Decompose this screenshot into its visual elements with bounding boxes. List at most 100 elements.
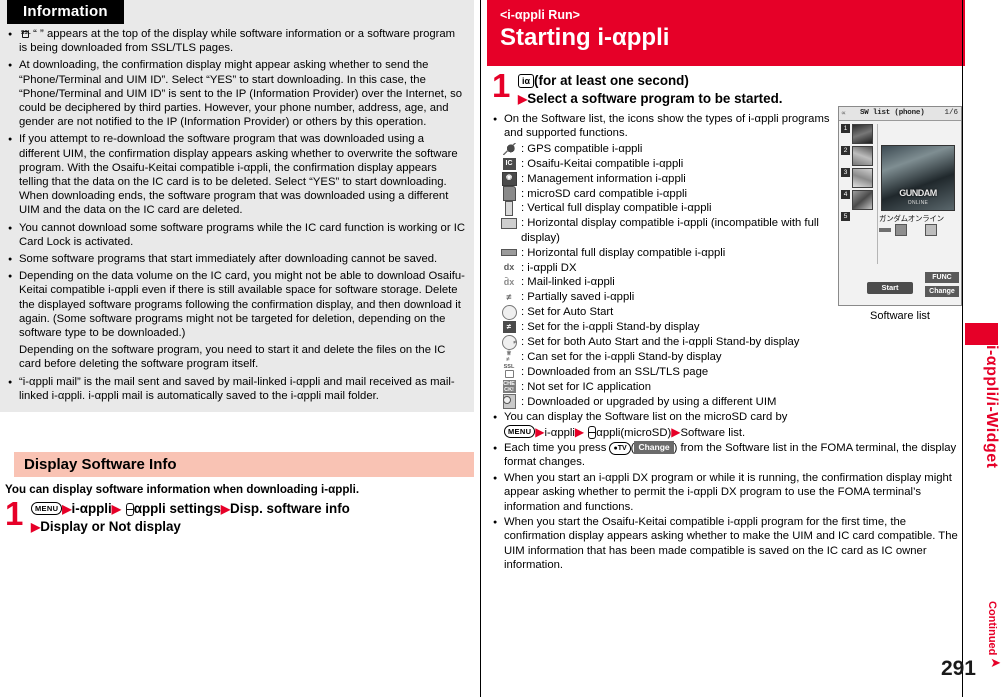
list-item-index: 1: [841, 124, 850, 133]
legend-row: SSL : Downloaded from an SSL/TLS page: [493, 364, 965, 379]
list-item[interactable]: 3: [841, 168, 875, 188]
can-set-standby-icon: ♕ ≠: [506, 351, 512, 363]
left-step-1-body: MENU ▶i-αppli▶ αppli settings▶Disp. softw…: [5, 500, 475, 536]
information-bullet: Some software programs that start immedi…: [8, 252, 466, 267]
section-heading-band: Display Software Info: [14, 452, 474, 477]
legend-label: : Horizontal display compatible i-αppli …: [521, 217, 819, 244]
column-divider: [480, 0, 481, 697]
legend-label: : Downloaded from an SSL/TLS page: [521, 365, 709, 378]
auto-start-and-standby-icon: ≠: [499, 334, 519, 350]
right-step-1: 1 iα (for at least one second) ▶Select a …: [492, 67, 962, 108]
different-uim-icon: [499, 394, 519, 410]
legend-label: : Can set for the i-αppli Stand-by displ…: [521, 351, 722, 363]
list-item[interactable]: 1: [841, 124, 875, 144]
gps-icon: [499, 142, 519, 156]
menu-key-icon[interactable]: MENU: [31, 502, 63, 515]
right-column: <i-αppli Run> Starting i-αppli 1 iα (for …: [487, 0, 965, 697]
legend-row: ≠ : Set for both Auto Start and the i-αp…: [493, 334, 965, 350]
arrow-icon: ▶: [111, 502, 121, 516]
menu-key-icon[interactable]: MENU: [504, 424, 536, 438]
list-item[interactable]: 5: [841, 212, 875, 232]
information-bullet-continuation: Depending on the software program, you n…: [19, 344, 446, 371]
osaifu-keitai-icon: IC: [499, 157, 519, 171]
left-step-1-number: 1: [5, 495, 24, 532]
list-item[interactable]: 2: [841, 146, 875, 166]
right-note-microsd-target-3[interactable]: Software list.: [680, 427, 745, 439]
arrow-icon: ▶: [518, 92, 528, 106]
horizontal-full-display-icon: [499, 246, 519, 260]
right-step-1-number: 1: [492, 67, 511, 104]
camera-key-icon[interactable]: ●TV: [609, 441, 631, 455]
right-step-1-line-1: (for at least one second): [534, 73, 689, 88]
legend-label: : Not set for IC application: [521, 380, 651, 393]
left-step-1-target-3[interactable]: Disp. software info: [230, 501, 350, 516]
change-softkey[interactable]: Change: [925, 286, 959, 297]
start-softkey[interactable]: Start: [867, 282, 913, 294]
phone-status-bar: ∝ SW list (phone) 1/6: [839, 107, 961, 121]
left-column: Information SSL “ ” appears at the top o…: [0, 0, 474, 697]
selected-app-badges: [879, 224, 937, 236]
right-note-osaifu: When you start the Osaifu-Keitai compati…: [493, 515, 965, 573]
information-bullet: You cannot download some software progra…: [8, 221, 466, 249]
information-bullet: If you attempt to re-download the softwa…: [8, 132, 466, 217]
legend-row: ≠ : Set for the i-αppli Stand-by display: [493, 320, 965, 334]
microsd-card-icon: [895, 224, 907, 236]
management-info-icon: ◉: [499, 171, 519, 186]
selected-app-name: ガンダムオンライン: [879, 214, 944, 223]
arrow-icon: ▶: [31, 520, 41, 534]
continued-arrow-icon: ➤: [990, 655, 1001, 670]
left-step-1: 1 MENU ▶i-αppli▶ αppli settings▶Disp. sof…: [5, 495, 475, 536]
arrow-icon: ▶: [574, 424, 585, 439]
information-bullet: At downloading, the confirmation display…: [8, 58, 466, 129]
phone-status-left-icon: ∝: [841, 110, 847, 117]
continued-label: Continued: [986, 600, 998, 655]
legend-row: CHE CK! : Not set for IC application: [493, 380, 965, 394]
list-item-index: 2: [841, 146, 850, 155]
red-header-band: <i-αppli Run> Starting i-αppli: [487, 0, 965, 66]
change-softkey[interactable]: Change: [634, 440, 674, 454]
information-title: Information: [7, 0, 124, 24]
artwork-title: GUNDAM: [899, 188, 937, 198]
section-heading-text: Display Software Info: [24, 456, 177, 473]
screenshot-caption: Software list: [870, 310, 930, 322]
iappli-dx-icon: [925, 224, 937, 236]
arrow-icon: ▶: [535, 424, 545, 439]
right-note-microsd-target-1[interactable]: i-αppli: [545, 427, 575, 439]
right-step-1-line-2: Select a software program to be started.: [527, 91, 783, 106]
list-item-index: 3: [841, 168, 850, 177]
left-step-1-target-1[interactable]: i-αppli: [72, 501, 112, 516]
iappli-key-icon[interactable]: iα: [518, 74, 535, 88]
horizontal-display-icon: [499, 216, 519, 230]
standby-display-icon: ≠: [499, 320, 519, 334]
arrow-icon: ▶: [220, 502, 231, 516]
software-list-screenshot: ∝ SW list (phone) 1/6 1 2 3 4 5 GUNDAM O…: [838, 106, 962, 322]
phone-status-page: 1/6: [944, 109, 958, 117]
legend-label: : Set for the i-αppli Stand-by display: [521, 321, 700, 334]
ssl-tls-icon: SSL: [499, 364, 519, 379]
legend-label: : Downloaded or upgraded by using a diff…: [521, 395, 777, 408]
left-step-1-target-2[interactable]: αppli settings: [134, 501, 221, 516]
right-note-change: Each time you press ●TV(Change) from the…: [493, 440, 965, 470]
edge-rule: [962, 0, 963, 697]
information-bullet: “i-αppli mail” is the mail sent and save…: [8, 375, 466, 403]
header-kicker: <i-αppli Run>: [500, 8, 580, 22]
section-lead-text: You can display software information whe…: [5, 483, 360, 496]
list-item[interactable]: 4: [841, 190, 875, 210]
list-item-thumbnail: [852, 190, 873, 210]
phone-thumbnail-list: 1 2 3 4 5: [841, 124, 875, 234]
left-step-1-target-4[interactable]: Display or Not display: [40, 519, 181, 534]
right-note-change-pre: Each time you press: [504, 441, 610, 454]
right-note-microsd-target-2[interactable]: αppli(microSD): [596, 427, 671, 439]
page-title: Starting i-αppli: [500, 24, 670, 51]
page-number: 291: [940, 657, 976, 680]
phone-list-divider: [877, 124, 878, 264]
horizontal-full-display-icon: [879, 228, 891, 232]
right-note-microsd: You can display the Software list on the…: [493, 410, 965, 440]
right-note-dx: When you start an i-αppli DX program or …: [493, 471, 965, 514]
func-softkey[interactable]: FUNC: [925, 272, 959, 283]
phone-screen: ∝ SW list (phone) 1/6 1 2 3 4 5 GUNDAM O…: [838, 106, 962, 306]
partially-saved-icon: ≠: [506, 292, 512, 303]
not-set-ic-app-icon: CHE CK!: [502, 380, 516, 394]
list-item-thumbnail: [852, 124, 873, 144]
microsd-card-icon: [499, 186, 519, 202]
